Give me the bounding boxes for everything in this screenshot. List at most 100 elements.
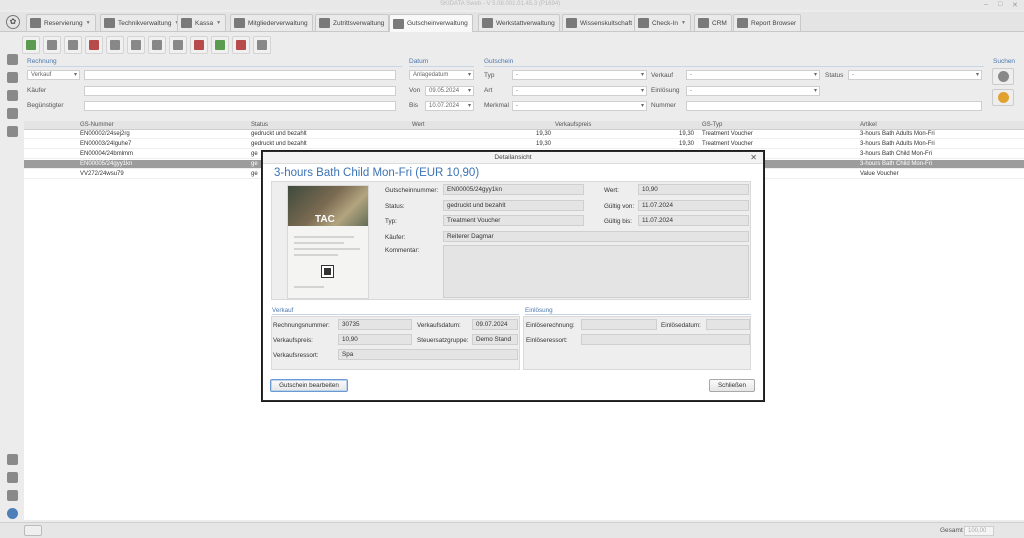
verkauf-filter-select[interactable]: -: [686, 70, 820, 80]
upload-button[interactable]: [211, 36, 229, 54]
reset-filter-button[interactable]: [992, 89, 1014, 106]
status-bar-button[interactable]: [24, 525, 42, 536]
tab-crm[interactable]: CRM: [694, 14, 732, 31]
table-row[interactable]: EN00003/24lguhe7 gedruckt und bezahlt 19…: [24, 140, 1024, 149]
pdf-button[interactable]: [85, 36, 103, 54]
close-icon[interactable]: ✕: [750, 153, 757, 162]
document-button[interactable]: [169, 36, 187, 54]
tab-wissenskultschaft[interactable]: Wissenskultschaft: [562, 14, 638, 31]
typ-select[interactable]: -: [512, 70, 647, 80]
tab-technikverwaltung[interactable]: Technikverwaltung▼: [100, 14, 185, 31]
sidebar-people-button[interactable]: [4, 52, 20, 66]
voucher-icon: [393, 18, 404, 29]
maximize-icon[interactable]: □: [998, 1, 1002, 8]
kaeufer-value: Reiterer Dagmar: [443, 231, 749, 242]
column-header[interactable]: GS-Typ: [702, 122, 722, 128]
typ-value: Treatment Voucher: [443, 215, 584, 226]
verkauf-input[interactable]: [84, 70, 396, 80]
filter-group-gutschein: Gutschein: [484, 58, 514, 65]
kaeufer-input[interactable]: [84, 86, 396, 96]
cancel-voucher-button[interactable]: [190, 36, 208, 54]
column-header[interactable]: Verkaufspreis: [555, 122, 591, 128]
pages-icon: [152, 40, 162, 50]
reset-icon: [997, 92, 1009, 103]
column-header[interactable]: Wert: [412, 122, 425, 128]
tab-kassa[interactable]: Kassa ▼: [177, 14, 227, 31]
edit-voucher-button[interactable]: Gutschein bearbeiten: [270, 379, 348, 392]
chevron-down-icon[interactable]: ▼: [86, 20, 91, 26]
app-logo-icon[interactable]: ✿: [6, 15, 20, 29]
nummer-input[interactable]: [686, 101, 982, 111]
tab-gutscheinverwaltung[interactable]: Gutscheinverwaltung: [389, 14, 473, 32]
edit-button[interactable]: [253, 36, 271, 54]
tab-zutrittsverwaltung[interactable]: Zutrittsverwaltung: [315, 14, 390, 31]
detail-dialog: Detailansicht ✕ 3-hours Bath Child Mon-F…: [262, 151, 764, 401]
sidebar-table-button[interactable]: [4, 452, 20, 466]
dialog-titlebar: Detailansicht ✕: [263, 152, 763, 164]
printer-icon: [68, 40, 78, 50]
new-voucher-button[interactable]: [22, 36, 40, 54]
rechnungsnummer-label: Rechnungsnummer:: [273, 322, 330, 329]
typ-label: Typ: [484, 72, 495, 79]
table-row[interactable]: EN00002/24sej2rg gedruckt und bezahlt 19…: [24, 130, 1024, 139]
verkauf-select[interactable]: Verkauf: [27, 70, 80, 80]
calendar-icon: [30, 18, 41, 28]
sidebar-window-button[interactable]: [4, 470, 20, 484]
tab-reservierung[interactable]: Reservierung ▼: [26, 14, 96, 31]
gear-icon: [6, 489, 18, 501]
tab-report-browser[interactable]: Report Browser: [733, 14, 802, 31]
einloesung-select[interactable]: -: [686, 86, 820, 96]
sidebar-settings-button[interactable]: [4, 488, 20, 502]
scanner-icon: [47, 40, 57, 50]
sidebar-user-button[interactable]: [4, 106, 20, 120]
sidebar-money-button[interactable]: [4, 88, 20, 102]
gueltig-bis-value: 11.07.2024: [638, 215, 749, 226]
status-filter-select[interactable]: -: [848, 70, 982, 80]
dialog-title: Detailansicht: [494, 154, 532, 161]
verkaufsdatum-label: Verkaufsdatum:: [417, 322, 461, 329]
close-icon[interactable]: ✕: [1012, 1, 1018, 9]
tab-mitgliederverwaltung[interactable]: Mitgliederverwaltung: [230, 14, 313, 31]
window-icon: [6, 471, 18, 483]
einloeseressort-value: [581, 334, 750, 345]
chevron-down-icon[interactable]: ▼: [216, 20, 221, 26]
von-date-input[interactable]: 09.05.2024: [425, 86, 474, 96]
voucher-table-header: GS-Nummer Status Wert Verkaufspreis GS-T…: [24, 121, 1024, 130]
scan-button[interactable]: [43, 36, 61, 54]
gutscheinnummer-value: EN00005/24gyy1kn: [443, 184, 584, 195]
bis-date-input[interactable]: 10.07.2024: [425, 101, 474, 111]
filter-group-suchen: Suchen: [993, 58, 1016, 65]
copy-icon: [110, 40, 120, 50]
workshop-icon: [482, 18, 493, 28]
gutscheinnummer-label: Gutscheinnummer:: [385, 187, 439, 194]
voucher-logo: TAC: [315, 214, 335, 225]
einloeseressort-label: Einlöseressort:: [526, 337, 568, 344]
search-button[interactable]: [992, 68, 1014, 85]
anlagedatum-select[interactable]: Anlagedatum: [409, 70, 474, 80]
chevron-down-icon[interactable]: ▼: [681, 20, 686, 26]
sidebar-list-button[interactable]: [4, 70, 20, 84]
crm-icon: [698, 18, 709, 28]
stack-button[interactable]: [127, 36, 145, 54]
rechnungsnummer-value[interactable]: 30735: [338, 319, 412, 330]
sidebar-help-button[interactable]: [4, 506, 20, 520]
beguenstigter-input[interactable]: [84, 101, 396, 111]
tab-werkstattverwaltung[interactable]: Werkstattverwaltung: [478, 14, 560, 31]
column-header[interactable]: GS-Nummer: [80, 122, 114, 128]
copy-button[interactable]: [106, 36, 124, 54]
column-header[interactable]: Status: [251, 122, 268, 128]
print-button[interactable]: [64, 36, 82, 54]
report-button[interactable]: [232, 36, 250, 54]
tab-check-in[interactable]: Check-In ▼: [634, 14, 691, 31]
sidebar-report-button[interactable]: [4, 124, 20, 138]
art-select[interactable]: -: [512, 86, 647, 96]
pages-button[interactable]: [148, 36, 166, 54]
column-header[interactable]: Artikel: [860, 122, 877, 128]
refresh-icon: [566, 18, 577, 28]
voucher-preview-image[interactable]: TAC: [287, 185, 369, 299]
money-icon: [6, 89, 18, 101]
merkmal-select[interactable]: -: [512, 101, 647, 111]
art-label: Art: [484, 87, 493, 94]
close-button[interactable]: Schließen: [709, 379, 755, 392]
minimize-icon[interactable]: –: [984, 1, 988, 8]
